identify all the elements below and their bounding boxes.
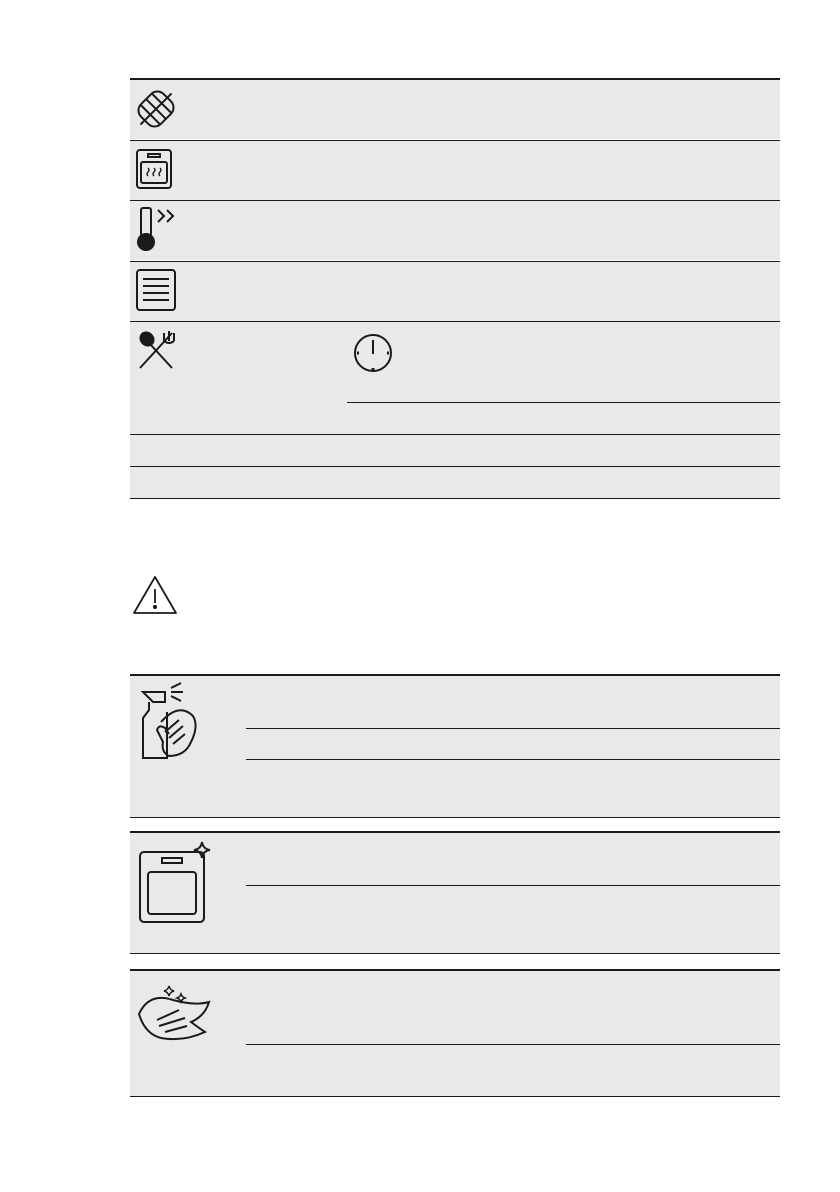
row-divider: [130, 817, 780, 818]
table-row: [130, 971, 780, 1096]
table-row: [130, 80, 780, 139]
sub-row-divider: [246, 885, 780, 886]
table-row: [130, 262, 780, 321]
table-row: [130, 201, 780, 260]
table-row: [130, 467, 780, 498]
sub-row-divider: [246, 728, 780, 729]
clean-oven-sparkle-icon: [138, 840, 216, 924]
warning-triangle-icon: [132, 575, 178, 615]
clock-icon: [352, 332, 396, 376]
table-row: [130, 833, 780, 953]
row-divider: [130, 953, 780, 954]
table-row: [130, 435, 780, 466]
recipe-menu-icon: [135, 268, 177, 312]
sub-row-divider: [246, 759, 780, 760]
table-row: [130, 141, 780, 200]
rotisserie-spit-icon: [134, 86, 178, 132]
temperature-increase-icon: [136, 206, 182, 252]
table-row: [130, 322, 780, 434]
sub-row-divider: [347, 402, 780, 403]
table-row: [130, 676, 780, 817]
table-bottom-rule: [130, 1096, 780, 1097]
table-bottom-rule: [130, 498, 780, 499]
sub-row-divider: [246, 1044, 780, 1045]
oven-heating-function-icon: [135, 148, 173, 190]
wipe-cloth-sparkle-icon: [135, 984, 227, 1044]
spray-and-wipe-icon: [137, 682, 201, 762]
cutlery-icon: [136, 330, 176, 370]
